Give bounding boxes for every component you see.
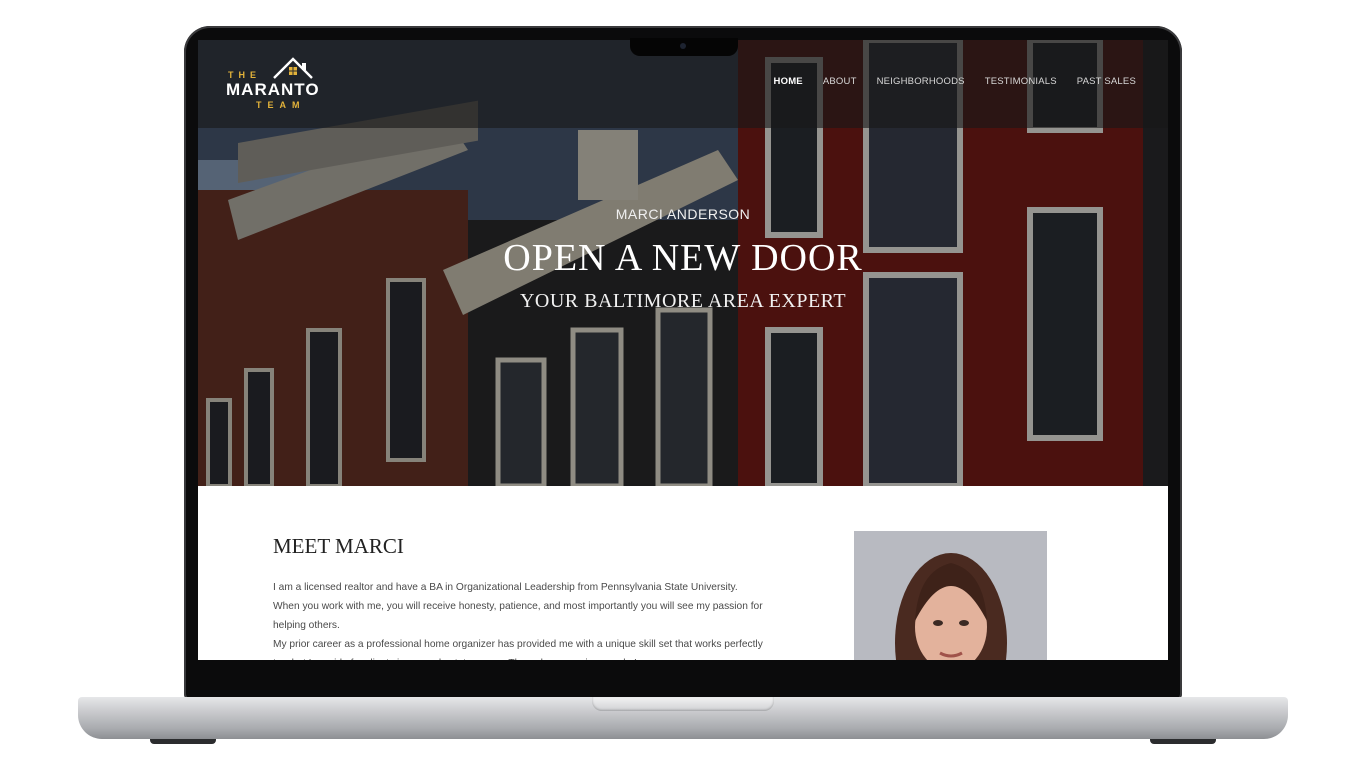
nav-link-about[interactable]: ABOUT xyxy=(823,76,857,87)
logo-the-text: THE xyxy=(228,70,261,80)
logo-team-text: TEAM xyxy=(256,100,306,110)
logo-name-text: MARANTO xyxy=(226,80,320,99)
hero-section: THE MARANTO TEAM HOME ABOUT NEIGHBORHOOD… xyxy=(198,40,1168,486)
laptop-opening-notch xyxy=(592,697,774,711)
camera-icon xyxy=(680,43,686,49)
bio-paragraph: My prior career as a professional home o… xyxy=(273,639,763,660)
house-icon xyxy=(273,57,313,79)
laptop-foot-left xyxy=(150,739,216,744)
nav-link-home[interactable]: HOME xyxy=(774,76,803,87)
portrait-photo xyxy=(854,531,1047,660)
nav-link-neighborhoods[interactable]: NEIGHBORHOODS xyxy=(877,76,965,87)
site-logo[interactable]: THE MARANTO TEAM xyxy=(224,56,336,112)
bio-paragraph: I am a licensed realtor and have a BA in… xyxy=(273,582,763,631)
laptop-screen: THE MARANTO TEAM HOME ABOUT NEIGHBORHOOD… xyxy=(198,40,1168,660)
laptop-base xyxy=(78,697,1288,739)
laptop-notch xyxy=(630,38,738,56)
about-section: MEET MARCI I am a licensed realtor and h… xyxy=(198,486,1168,660)
hero-subtitle: MARCI ANDERSON xyxy=(615,206,751,222)
nav-link-testimonials[interactable]: TESTIMONIALS xyxy=(985,76,1057,87)
about-bio: I am a licensed realtor and have a BA in… xyxy=(273,578,763,660)
agent-portrait xyxy=(854,531,1047,660)
main-nav: HOME ABOUT NEIGHBORHOODS TESTIMONIALS PA… xyxy=(774,76,1136,87)
about-heading: MEET MARCI xyxy=(273,534,404,558)
nav-link-past-sales[interactable]: PAST SALES xyxy=(1077,76,1136,87)
hero-title: OPEN A NEW DOOR xyxy=(503,237,863,279)
hero-tagline: YOUR BALTIMORE AREA EXPERT xyxy=(519,290,847,312)
laptop-foot-right xyxy=(1150,739,1216,744)
